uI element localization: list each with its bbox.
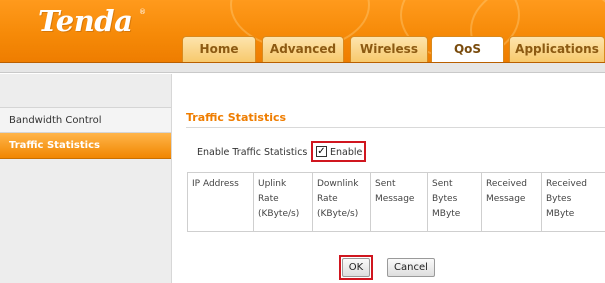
top-nav-tabs: Home Advanced Wireless QoS Applications: [0, 36, 605, 62]
tab-advanced[interactable]: Advanced: [262, 36, 344, 62]
tab-qos[interactable]: QoS: [431, 36, 504, 62]
column-header-sent-message: Sent Message: [370, 172, 428, 232]
column-header-line: Sent: [375, 179, 396, 189]
column-header-line: MByte: [432, 209, 461, 219]
column-header-line: Received: [546, 179, 587, 189]
column-header-line: Bytes: [432, 194, 458, 204]
column-header-line: MByte: [546, 209, 575, 219]
column-header-line: (KByte/s): [317, 209, 359, 219]
column-header-line: Rate: [258, 194, 279, 204]
column-header-line: Rate: [317, 194, 338, 204]
column-header-uplink-rate: Uplink Rate (KByte/s): [253, 172, 313, 232]
column-header-line: Message: [486, 194, 526, 204]
sidebar-item-traffic-statistics[interactable]: Traffic Statistics: [0, 133, 171, 159]
column-header-sent-bytes: Sent Bytes MByte: [427, 172, 482, 232]
enable-checkbox-label: Enable: [330, 147, 363, 158]
column-header-line: Message: [375, 194, 415, 204]
tab-applications[interactable]: Applications: [509, 36, 605, 62]
column-header-line: Downlink: [317, 179, 359, 189]
table-header-row: IP Address Uplink Rate (KByte/s) Downlin…: [187, 172, 605, 232]
column-header-downlink-rate: Downlink Rate (KByte/s): [312, 172, 371, 232]
column-header-received-message: Received Message: [481, 172, 542, 232]
main-panel: Traffic Statistics Enable Traffic Statis…: [173, 74, 605, 283]
enable-checkbox[interactable]: ✓: [316, 146, 327, 157]
header-bar: Tenda ® Home Advanced Wireless QoS Appli…: [0, 0, 605, 63]
column-header-ip-address: IP Address: [187, 172, 254, 232]
registered-mark: ®: [139, 8, 146, 16]
section-title: Traffic Statistics: [186, 111, 287, 124]
section-divider: [186, 127, 605, 128]
column-header-line: Received: [486, 179, 527, 189]
tenda-logo: Tenda: [38, 4, 133, 38]
column-header-line: Bytes: [546, 194, 572, 204]
column-header-line: (KByte/s): [258, 209, 300, 219]
column-header-received-bytes: Received Bytes MByte: [541, 172, 605, 232]
tab-home[interactable]: Home: [182, 36, 256, 62]
enable-traffic-statistics-label: Enable Traffic Statistics: [197, 147, 308, 158]
cancel-button[interactable]: Cancel: [387, 258, 435, 277]
tab-wireless[interactable]: Wireless: [350, 36, 428, 62]
sidebar-item-bandwidth-control[interactable]: Bandwidth Control: [0, 107, 171, 133]
ok-button[interactable]: OK: [342, 258, 370, 277]
column-header-line: IP Address: [192, 179, 239, 189]
sub-header-strip: [0, 63, 605, 73]
column-header-line: Sent: [432, 179, 453, 189]
sidebar: Bandwidth Control Traffic Statistics: [0, 74, 172, 283]
traffic-statistics-table: IP Address Uplink Rate (KByte/s) Downlin…: [187, 172, 605, 232]
column-header-line: Uplink: [258, 179, 287, 189]
